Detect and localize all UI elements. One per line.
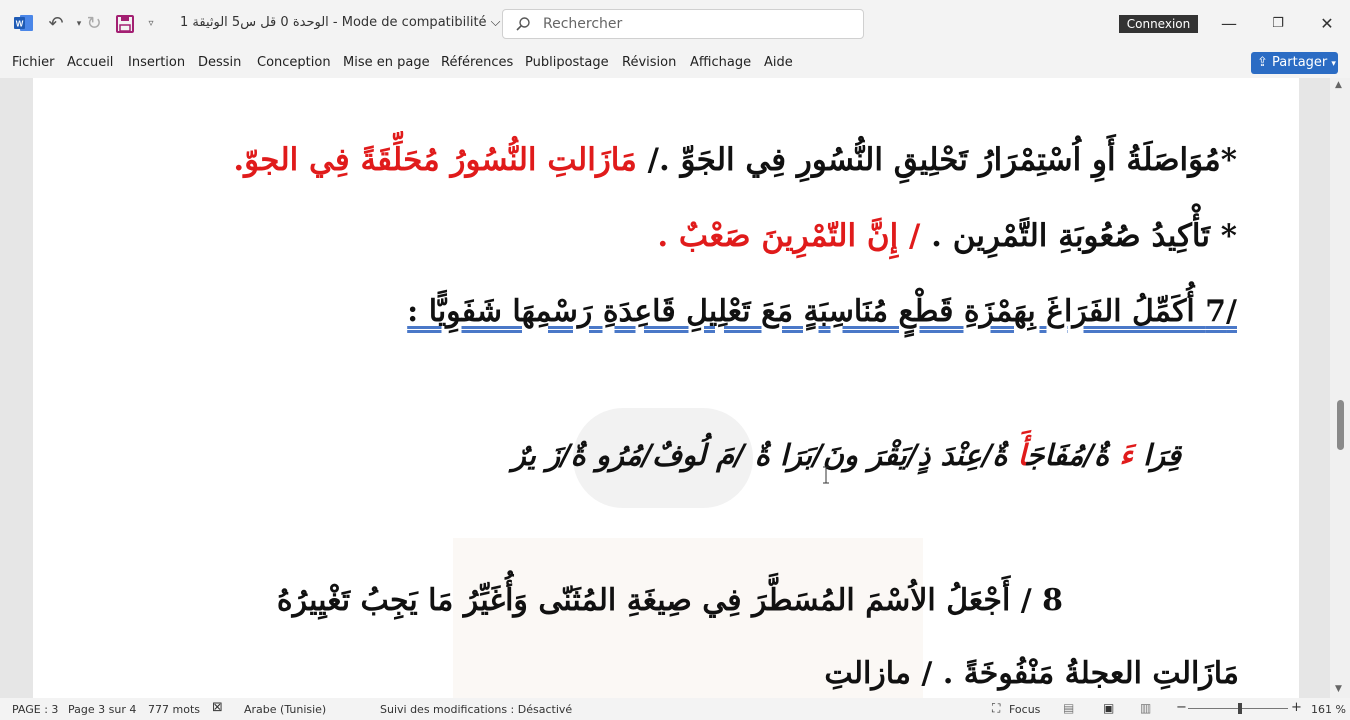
exercise-heading-8: 8 / أَجْعَلُ الاُسْمَ المُسَطَّرَ فِي صِ… (276, 583, 1063, 618)
zoom-out-button[interactable]: − (1176, 700, 1187, 715)
text-run: * تَأْكِيدُ صُعُوبَةِ التَّمْرِين . (920, 218, 1237, 254)
text-run: *مُوَاصَلَةُ أَوِ اُسْتِمْرَارُ تَحْلِيق… (636, 142, 1237, 178)
word-count[interactable]: 777 mots (148, 703, 200, 716)
customize-icon[interactable]: ▿ (139, 12, 163, 36)
tab-conception[interactable]: Conception (257, 55, 331, 70)
zoom-in-button[interactable]: + (1291, 700, 1302, 715)
title-bar: W ↶ ▾ ↻ ▿ الوحدة 0 قل س5 الوثيقة 1 - Mod… (0, 0, 1350, 48)
vertical-scrollbar[interactable]: ▲ ▼ (1330, 78, 1350, 698)
ribbon-tabs: Fichier Accueil Insertion Dessin Concept… (0, 48, 1350, 78)
save-icon[interactable] (113, 12, 137, 36)
web-layout-icon[interactable]: ▥ (1140, 701, 1151, 715)
chevron-down-icon: ▾ (1331, 59, 1336, 69)
text-cursor-icon (823, 466, 829, 484)
share-icon: ⇪ (1257, 55, 1268, 70)
print-layout-icon[interactable]: ▣ (1103, 701, 1114, 715)
tab-revision[interactable]: Révision (622, 55, 676, 70)
text-run: ةٌ/عِنْدَ ذٍ/يَقْرَ ونَ/بَرَا ةٌ /مَ لُو… (511, 438, 1018, 472)
proofing-icon[interactable]: ⊠ (212, 700, 223, 715)
tab-accueil[interactable]: Accueil (67, 55, 113, 70)
share-label: Partager (1272, 55, 1328, 70)
tab-mise-en-page[interactable]: Mise en page (343, 55, 430, 70)
minimize-icon[interactable]: — (1217, 12, 1241, 36)
text-run-red: ءَ (1119, 438, 1133, 472)
tab-insertion[interactable]: Insertion (128, 55, 185, 70)
document-area: *مُوَاصَلَةُ أَوِ اُسْتِمْرَارُ تَحْلِيق… (0, 78, 1350, 698)
text-run-red: / إِنَّ التّمْرِينَ صَعْبٌ . (657, 218, 921, 254)
document-line: * تَأْكِيدُ صُعُوبَةِ التَّمْرِين . / إِ… (657, 218, 1237, 254)
focus-icon[interactable]: ⛶ (992, 701, 1000, 716)
text-run: ةٌ/مُفَاجَ (1026, 438, 1120, 472)
track-changes-status[interactable]: Suivi des modifications : Désactivé (380, 703, 572, 716)
text-run: قِرَا (1132, 438, 1181, 472)
page-count[interactable]: Page 3 sur 4 (68, 703, 136, 716)
document-page[interactable]: *مُوَاصَلَةُ أَوِ اُسْتِمْرَارُ تَحْلِيق… (33, 78, 1299, 698)
search-icon (516, 17, 530, 31)
share-button[interactable]: ⇪ Partager ▾ (1251, 52, 1338, 74)
document-title[interactable]: الوحدة 0 قل س5 الوثيقة 1 - Mode de compa… (180, 15, 501, 30)
document-line: *مُوَاصَلَةُ أَوِ اُسْتِمْرَارُ تَحْلِيق… (233, 142, 1237, 178)
scrollbar-thumb[interactable] (1337, 400, 1344, 450)
language-indicator[interactable]: Arabe (Tunisie) (244, 703, 326, 716)
close-icon[interactable]: ✕ (1315, 12, 1339, 36)
word-logo-icon: W (14, 15, 33, 31)
focus-label[interactable]: Focus (1009, 703, 1040, 716)
zoom-level[interactable]: 161 % (1311, 703, 1346, 716)
tab-dessin[interactable]: Dessin (198, 55, 241, 70)
search-placeholder: Rechercher (543, 16, 623, 32)
tab-references[interactable]: Références (441, 55, 513, 70)
scroll-down-icon[interactable]: ▼ (1335, 684, 1342, 694)
tab-aide[interactable]: Aide (764, 55, 793, 70)
status-bar: PAGE : 3 Page 3 sur 4 777 mots ⊠ Arabe (… (0, 698, 1350, 720)
read-mode-icon[interactable]: ▤ (1063, 701, 1074, 715)
document-line: مَازَالتِ العجلةُ مَنْفُوخَةً . / مازالت… (824, 656, 1239, 691)
exercise-heading-7: /7 أُكَمِّلُ الفَرَاغَ بِهَمْزَةِ قَطْعٍ… (407, 294, 1237, 329)
svg-text:W: W (16, 20, 24, 29)
zoom-slider-handle[interactable] (1238, 703, 1242, 714)
search-box[interactable]: Rechercher (502, 9, 864, 39)
text-run-red: مَازَالتِ النُّسُورُ مُحَلِّقَةً فِي الج… (233, 142, 637, 178)
redo-icon[interactable]: ↻ (82, 12, 106, 36)
tab-fichier[interactable]: Fichier (12, 55, 55, 70)
document-line: قِرَا ءَ ةٌ/مُفَاجَأَ ةٌ/عِنْدَ ذٍ/يَقْر… (512, 438, 1181, 472)
restore-icon[interactable]: ❐ (1266, 12, 1290, 36)
tab-affichage[interactable]: Affichage (690, 55, 751, 70)
signin-button[interactable]: Connexion (1119, 15, 1198, 33)
tab-publipostage[interactable]: Publipostage (525, 55, 609, 70)
page-indicator[interactable]: PAGE : 3 (12, 703, 58, 716)
scroll-up-icon[interactable]: ▲ (1335, 80, 1342, 90)
undo-icon[interactable]: ↶ (44, 12, 68, 36)
